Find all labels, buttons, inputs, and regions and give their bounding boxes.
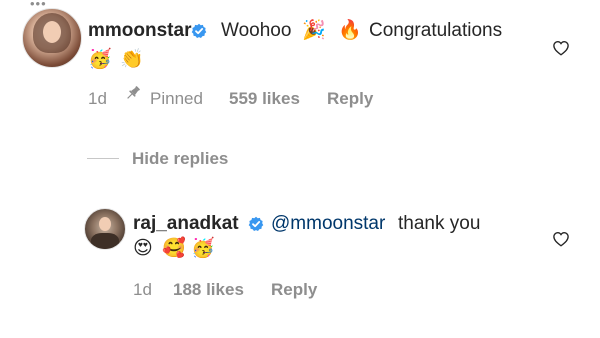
avatar-face [99, 217, 111, 231]
smiling-hearts-emoji: 🥰 [162, 237, 186, 259]
mention-link[interactable]: @mmoonstar [271, 213, 385, 235]
reply-avatar[interactable] [84, 208, 126, 250]
verified-badge-icon [248, 216, 264, 231]
reply-likes-count[interactable]: 188 likes [173, 280, 244, 300]
replies-divider [87, 158, 119, 159]
reply-time: 1d [133, 280, 152, 299]
reply-button[interactable]: Reply [327, 89, 373, 109]
reply-username[interactable]: raj_anadkat [133, 213, 239, 235]
comment-text-continued: Congratulations [369, 20, 503, 41]
comment-text: Woohoo [221, 20, 292, 41]
clapping-hands-emoji: 👏 [120, 48, 144, 70]
avatar[interactable] [22, 8, 82, 68]
heart-outline-icon[interactable] [552, 39, 570, 57]
pinned-label: Pinned [150, 89, 203, 108]
heart-eyes-emoji: 😍 [133, 237, 153, 259]
partying-face-emoji: 🥳 [191, 237, 215, 259]
reply-text: thank you [398, 213, 481, 234]
likes-count[interactable]: 559 likes [229, 89, 300, 109]
comment-username[interactable]: mmoonstar [88, 20, 191, 42]
avatar-face [43, 21, 61, 43]
pin-icon [127, 86, 140, 99]
heart-outline-icon[interactable] [552, 230, 570, 248]
party-popper-emoji: 🎉 [302, 19, 326, 41]
comments-view: ••• mmoonstar Woohoo 🎉 🔥 Congratulations… [0, 0, 600, 338]
hide-replies-button[interactable]: Hide replies [132, 149, 228, 169]
avatar-shirt [91, 233, 119, 249]
partying-face-emoji: 🥳 [88, 48, 112, 70]
verified-badge-icon [191, 23, 207, 38]
reply-button[interactable]: Reply [271, 280, 317, 300]
fire-emoji: 🔥 [338, 19, 362, 41]
comment-time: 1d [88, 89, 107, 108]
